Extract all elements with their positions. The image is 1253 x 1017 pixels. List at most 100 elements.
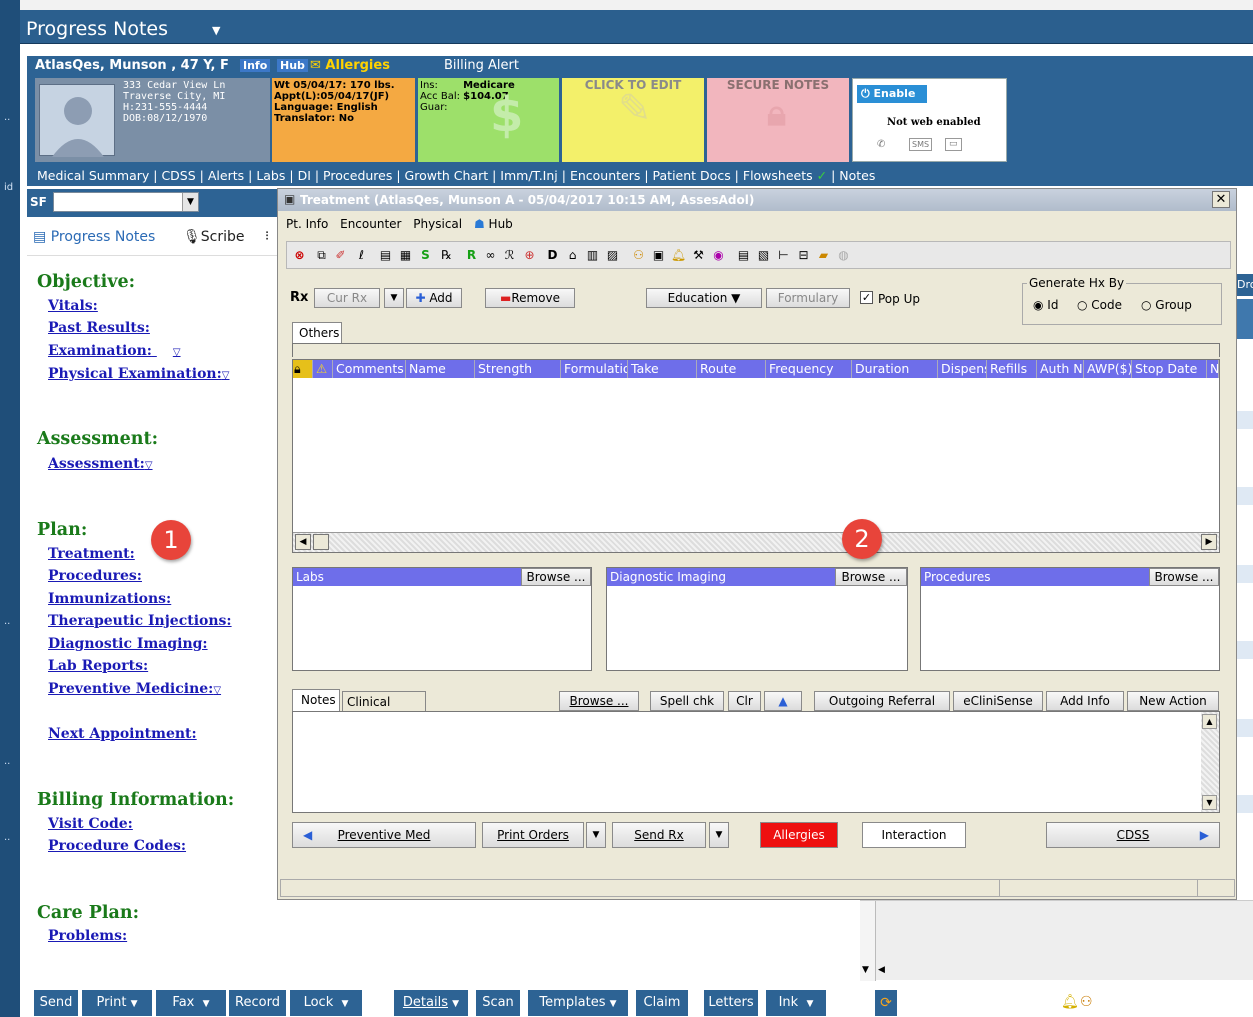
link-therapeutic-injections[interactable]: Therapeutic Injections: [48, 613, 232, 629]
sb-icon[interactable]: ⊟ [795, 247, 812, 264]
link-procedures[interactable]: Procedures: [48, 568, 142, 584]
labs-browse-button[interactable]: Browse ... [521, 568, 591, 586]
send-rx-button[interactable]: Send Rx [612, 822, 706, 848]
tab-notes[interactable]: Notes [292, 689, 340, 711]
eclinisense-button[interactable]: eCliniSense [953, 691, 1043, 711]
insurance-card[interactable]: Ins: Medicare Acc Bal: $104.07 Guar: $ [418, 78, 559, 162]
chevron-down-icon[interactable]: ▽ [173, 347, 181, 358]
link-physical-examination[interactable]: Physical Examination:▽ [48, 366, 229, 382]
secure-notes-card[interactable]: SECURE NOTES 🔒︎ [707, 78, 849, 162]
chevron-down-icon[interactable]: ▼ [182, 193, 198, 211]
tab-clinical-notes[interactable]: Clinical Notes [342, 691, 426, 723]
dx-icon[interactable]: D [544, 247, 561, 264]
nav-notes[interactable]: Notes [839, 168, 875, 183]
medication-grid[interactable]: 🔒︎ ⚠ Comments Name Strength Formulation … [292, 359, 1220, 553]
col-take[interactable]: Take [628, 360, 697, 378]
scroll-left-icon[interactable]: ◀ [878, 965, 885, 975]
link-preventive-medicine[interactable]: Preventive Medicine:▽ [48, 681, 221, 697]
notes-scrollbar[interactable]: ▲ ▼ [1201, 712, 1219, 812]
notes-textarea[interactable]: ▲ ▼ [292, 711, 1220, 813]
col-awp[interactable]: AWP($) [1084, 360, 1132, 378]
templates-button[interactable]: Templates ▼ [528, 990, 628, 1016]
note-icon[interactable]: ▧ [755, 247, 772, 264]
link-lab-reports[interactable]: Lab Reports: [48, 658, 148, 674]
calendar-icon[interactable]: ▥ [584, 247, 601, 264]
nav-patient-docs[interactable]: Patient Docs [653, 168, 731, 183]
scroll-thumb[interactable] [313, 534, 329, 550]
link-treatment[interactable]: Treatment: [48, 546, 135, 562]
scroll-down-icon[interactable]: ▼ [862, 965, 869, 975]
web-icon[interactable]: ◉ [710, 247, 727, 264]
nav-encounters[interactable]: Encounters [570, 168, 640, 183]
eraser-icon[interactable]: ✐ [332, 247, 349, 264]
link-assessment[interactable]: Assessment:▽ [48, 456, 153, 472]
clear-button[interactable]: Clr [728, 691, 761, 711]
print-orders-button[interactable]: Print Orders [482, 822, 584, 848]
folder-icon[interactable]: ▰ [815, 247, 832, 264]
scroll-down-icon[interactable]: ▼ [1202, 795, 1217, 810]
link-past-results[interactable]: Past Results: [48, 320, 150, 336]
cur-rx-dropdown[interactable]: ▼ [384, 288, 404, 308]
preventive-med-button[interactable]: ◀ Preventive Med [292, 822, 476, 848]
tab-progress-notes[interactable]: ▤ Progress Notes [33, 229, 155, 245]
col-name[interactable]: Name [406, 360, 475, 378]
cdss-button[interactable]: CDSS ▶ [1046, 822, 1220, 848]
diagnostic-imaging-box[interactable]: Diagnostic Imaging Browse ... [606, 567, 908, 671]
nav-labs[interactable]: Labs [256, 168, 285, 183]
nav-medical-summary[interactable]: Medical Summary [37, 168, 149, 183]
chevron-down-icon[interactable]: ▽ [222, 370, 230, 381]
remove-button[interactable]: ▬Remove [485, 288, 575, 308]
horizontal-scrollbar[interactable]: ◀ ▶ [293, 532, 1219, 552]
col-duration[interactable]: Duration [852, 360, 938, 378]
education-button[interactable]: Education ▼ [646, 288, 762, 308]
link-diagnostic-imaging[interactable]: Diagnostic Imaging: [48, 636, 208, 652]
col-refills[interactable]: Refills [987, 360, 1037, 378]
stop-icon[interactable]: ⊗ [291, 247, 308, 264]
rx-cancel-icon[interactable]: ℞ [438, 247, 455, 264]
popup-checkbox[interactable]: ✓ [860, 291, 873, 304]
allergies-alert[interactable]: ✉ Allergies [310, 58, 390, 73]
col-dispense[interactable]: Dispense [938, 360, 987, 378]
new-action-button[interactable]: New Action [1127, 691, 1219, 711]
close-icon[interactable]: ✕ [1212, 191, 1230, 208]
book-icon[interactable]: ▣ [650, 247, 667, 264]
tools-icon[interactable]: ⚒ [690, 247, 707, 264]
record-button[interactable]: Record [229, 990, 286, 1016]
chart-icon[interactable]: ▨ [604, 247, 621, 264]
re-icon[interactable]: ℛ [501, 247, 518, 264]
tab-scribe[interactable]: 🎙︎Scribe [183, 229, 245, 245]
col-comments[interactable]: Comments [333, 360, 406, 378]
nav-procedures[interactable]: Procedures [323, 168, 392, 183]
col-frequency[interactable]: Frequency [766, 360, 852, 378]
notes-browse-button[interactable]: Browse ... [559, 691, 639, 711]
sf-select[interactable]: ▼ [53, 192, 199, 212]
info-tag[interactable]: Info [240, 59, 271, 72]
form-icon[interactable]: ▤ [377, 247, 394, 264]
binoculars-icon[interactable]: ⚇ [630, 247, 647, 264]
diag-browse-button[interactable]: Browse ... [835, 568, 907, 586]
r-icon[interactable]: R [463, 247, 480, 264]
details-button[interactable]: Details ▼ [394, 990, 468, 1016]
outgoing-referral-button[interactable]: Outgoing Referral [814, 691, 950, 711]
cur-rx-button[interactable]: Cur Rx [314, 288, 380, 308]
menu-pt-info[interactable]: Pt. Info [286, 217, 328, 231]
tab-others[interactable]: Others [292, 322, 342, 344]
link-next-appointment[interactable]: Next Appointment: [48, 726, 197, 742]
scroll-left-icon[interactable]: ◀ [295, 534, 311, 550]
send-button[interactable]: Send [34, 990, 78, 1016]
billing-alert[interactable]: Billing Alert [444, 58, 519, 73]
phone-icon[interactable]: ✆ [877, 139, 885, 150]
radio-group[interactable]: ○ Group [1141, 298, 1192, 312]
claim-button[interactable]: Claim [636, 990, 688, 1016]
list-icon[interactable]: ⁝ [265, 229, 269, 244]
col-route[interactable]: Route [697, 360, 766, 378]
send-rx-dropdown[interactable]: ▼ [709, 822, 729, 848]
report-icon[interactable]: ▤ [735, 247, 752, 264]
allergies-button[interactable]: Allergies [760, 822, 838, 848]
nav-flowsheets[interactable]: Flowsheets [743, 168, 813, 183]
nav-alerts[interactable]: Alerts [208, 168, 244, 183]
procedures-box[interactable]: Procedures Browse ... [920, 567, 1220, 671]
pill-icon[interactable]: ⊕ [521, 247, 538, 264]
procs-browse-button[interactable]: Browse ... [1149, 568, 1219, 586]
link-examination[interactable]: Examination: ▽ [48, 343, 181, 359]
